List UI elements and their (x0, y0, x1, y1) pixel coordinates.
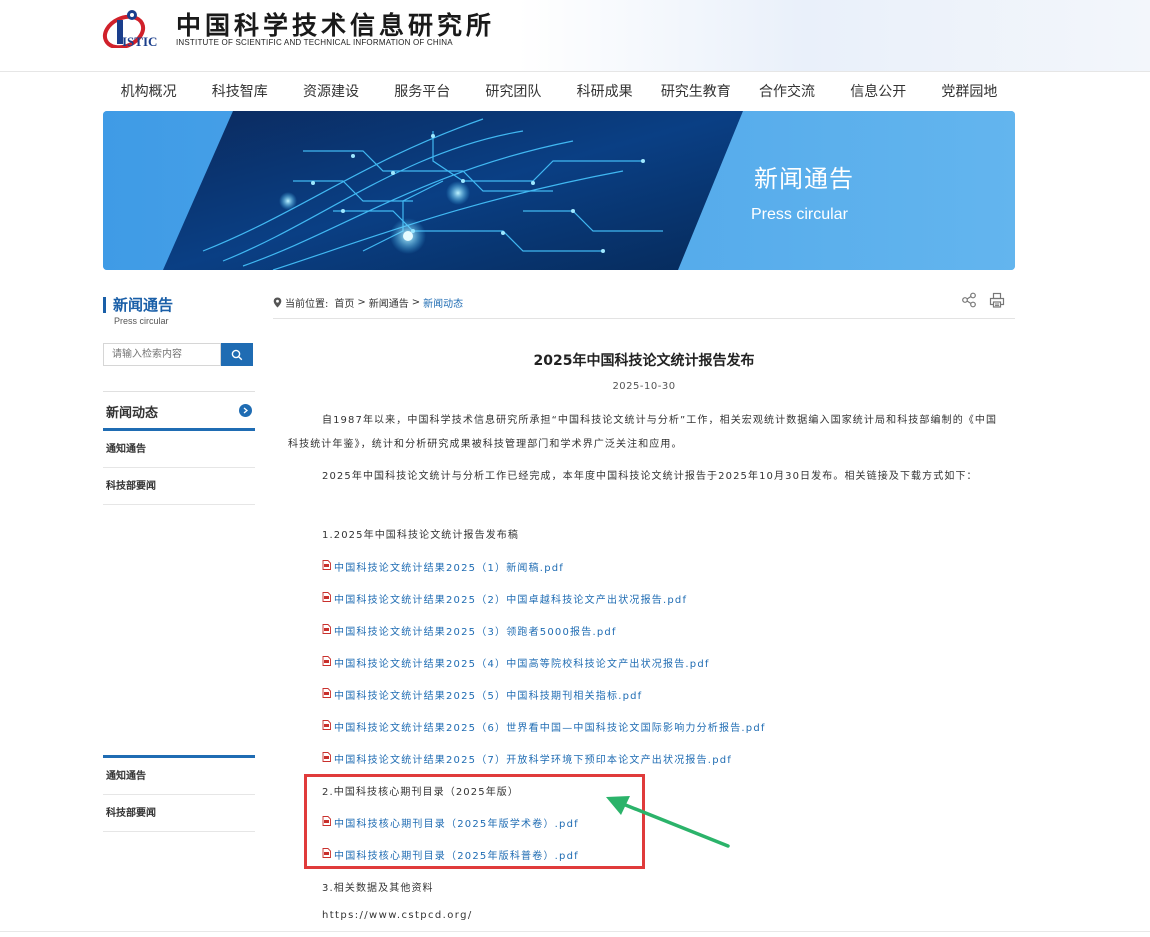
nav-item-resources[interactable]: 资源建设 (285, 74, 376, 110)
pdf-download-link[interactable]: 中国科技论文统计结果2025（5）中国科技期刊相关指标.pdf (322, 687, 642, 702)
breadcrumb-prefix: 当前位置: (285, 299, 329, 310)
site-header: ISTIC 中国科学技术信息研究所 INSTITUTE OF SCIENTIFI… (0, 0, 1150, 72)
location-pin-icon (273, 297, 282, 308)
istic-logo[interactable]: ISTIC (102, 6, 162, 48)
pdf-download-link[interactable]: 中国科技论文统计结果2025（3）领跑者5000报告.pdf (322, 623, 617, 638)
pdf-link-label: 中国科技论文统计结果2025（4）中国高等院校科技论文产出状况报告.pdf (334, 659, 710, 670)
pdf-link-label: 中国科技论文统计结果2025（3）领跑者5000报告.pdf (334, 627, 617, 638)
pdf-link-label: 中国科技论文统计结果2025（2）中国卓越科技论文产出状况报告.pdf (334, 595, 688, 606)
sidebar-header-bar (103, 297, 106, 313)
nav-item-think-tank[interactable]: 科技智库 (194, 74, 285, 110)
share-icon[interactable] (961, 292, 977, 308)
pdf-file-icon (322, 656, 331, 669)
site-subtitle: INSTITUTE OF SCIENTIFIC AND TECHNICAL IN… (176, 38, 453, 47)
article-tools (961, 292, 1005, 308)
nav-item-party[interactable]: 党群园地 (924, 74, 1015, 110)
banner-title: 新闻通告 (754, 165, 854, 193)
article-paragraph-2: 2025年中国科技论文统计与分析工作已经完成，本年度中国科技论文统计报告于202… (322, 471, 978, 482)
pdf-file-icon (322, 752, 331, 765)
breadcrumb: 当前位置: 首页 > 新闻通告 > 新闻动态 (273, 295, 463, 310)
article-paragraph-1: 自1987年以来，中国科学技术信息研究所承担“中国科技论文统计与分析”工作，相关… (288, 415, 998, 450)
pdf-link-label: 中国科技论文统计结果2025（6）世界看中国—中国科技论文国际影响力分析报告.p… (334, 723, 766, 734)
print-icon[interactable] (989, 292, 1005, 308)
pdf-download-link[interactable]: 中国科技论文统计结果2025（4）中国高等院校科技论文产出状况报告.pdf (322, 655, 710, 670)
chevron-right-icon (239, 404, 252, 417)
article-title: 2025年中国科技论文统计报告发布 (533, 353, 755, 369)
related-data-url[interactable]: https://www.cstpcd.org/ (322, 910, 473, 921)
main-nav: 机构概况 科技智库 资源建设 服务平台 研究团队 科研成果 研究生教育 合作交流… (103, 74, 1015, 110)
site-title: 中国科学技术信息研究所 (176, 11, 496, 40)
sidebar-item-ministry-news[interactable]: 科技部要闻 (103, 468, 255, 505)
breadcrumb-separator: > (357, 297, 366, 308)
footer-divider (0, 931, 1150, 932)
breadcrumb-separator: > (411, 297, 421, 308)
nav-item-cooperation[interactable]: 合作交流 (741, 74, 832, 110)
pdf-link-label: 中国科技论文统计结果2025（1）新闻稿.pdf (334, 563, 565, 574)
nav-item-services[interactable]: 服务平台 (377, 74, 468, 110)
nav-item-research-results[interactable]: 科研成果 (559, 74, 650, 110)
nav-item-research-team[interactable]: 研究团队 (468, 74, 559, 110)
pdf-link-label: 中国科技论文统计结果2025（5）中国科技期刊相关指标.pdf (334, 691, 643, 702)
nav-item-about[interactable]: 机构概况 (103, 74, 194, 110)
pdf-download-link[interactable]: 中国科技论文统计结果2025（7）开放科学环境下预印本论文产出状况报告.pdf (322, 751, 732, 766)
banner-graphic (103, 111, 1015, 270)
pdf-file-icon (322, 624, 331, 637)
highlight-box (304, 774, 645, 869)
pdf-link-label: 中国科技论文统计结果2025（7）开放科学环境下预印本论文产出状况报告.pdf (334, 755, 733, 766)
search-icon (231, 349, 243, 360)
sidebar-subtitle: Press circular (114, 316, 169, 326)
breadcrumb-bar: 当前位置: 首页 > 新闻通告 > 新闻动态 (273, 292, 1015, 319)
sidebar-search (103, 343, 253, 366)
sidebar-category-label: 新闻动态 (106, 406, 159, 421)
sidebar-item-ministry-news-bottom[interactable]: 科技部要闻 (103, 795, 255, 832)
sidebar-title: 新闻通告 (113, 296, 174, 314)
pdf-file-icon (322, 720, 331, 733)
breadcrumb-section[interactable]: 新闻通告 (369, 295, 409, 310)
pdf-file-icon (322, 560, 331, 573)
search-input[interactable] (103, 343, 221, 366)
banner-subtitle: Press circular (751, 206, 848, 223)
sidebar-item-notices[interactable]: 通知通告 (103, 431, 255, 468)
green-arrow-icon (606, 796, 730, 848)
pdf-download-link[interactable]: 中国科技论文统计结果2025（1）新闻稿.pdf (322, 559, 564, 574)
logo-text: ISTIC (122, 34, 157, 48)
section-heading-3: 3.相关数据及其他资料 (322, 883, 434, 894)
section-heading-1: 1.2025年中国科技论文统计报告发布稿 (322, 530, 519, 541)
sidebar-item-notices-bottom[interactable]: 通知通告 (103, 758, 255, 795)
pdf-file-icon (322, 592, 331, 605)
page-banner: 新闻通告 Press circular (103, 111, 1015, 270)
search-button[interactable] (221, 343, 253, 366)
pdf-download-link[interactable]: 中国科技论文统计结果2025（6）世界看中国—中国科技论文国际影响力分析报告.p… (322, 719, 766, 734)
breadcrumb-current[interactable]: 新闻动态 (423, 295, 463, 310)
breadcrumb-home[interactable]: 首页 (334, 295, 354, 310)
sidebar-category-news[interactable]: 新闻动态 (103, 391, 255, 431)
pdf-download-link[interactable]: 中国科技论文统计结果2025（2）中国卓越科技论文产出状况报告.pdf (322, 591, 687, 606)
nav-item-information-disclosure[interactable]: 信息公开 (833, 74, 924, 110)
pdf-file-icon (322, 688, 331, 701)
article-date: 2025-10-30 (612, 381, 676, 392)
nav-item-graduate-education[interactable]: 研究生教育 (650, 74, 741, 110)
